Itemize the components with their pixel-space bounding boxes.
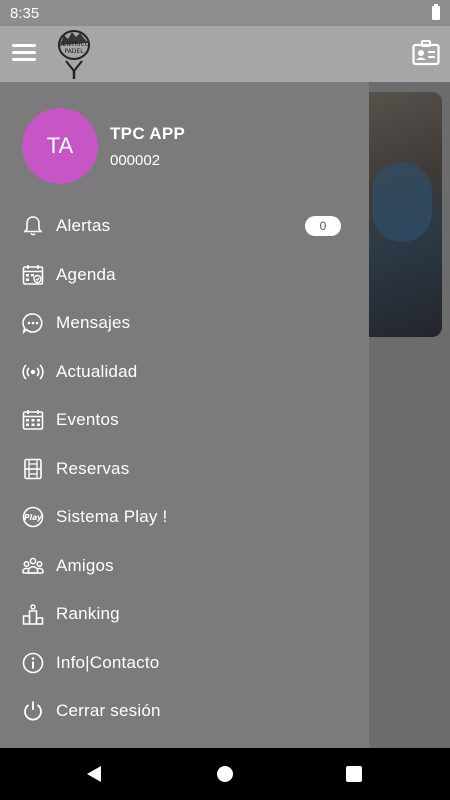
broadcast-icon <box>22 361 44 383</box>
logo-text-line2: PADEL <box>64 48 84 55</box>
navigation-drawer: TA TPC APP 000002 Alertas 0 Agenda Mensa… <box>0 82 369 748</box>
status-time: 8:35 <box>10 4 40 22</box>
menu-item-label: Cerrar sesión <box>56 701 161 721</box>
menu-item-eventos[interactable]: Eventos <box>0 396 369 445</box>
hamburger-menu-icon[interactable] <box>12 44 36 62</box>
menu-item-sistema-play[interactable]: Play Sistema Play ! <box>0 493 369 542</box>
menu-item-amigos[interactable]: Amigos <box>0 542 369 591</box>
podium-icon <box>22 603 44 625</box>
id-card-icon[interactable] <box>412 40 440 66</box>
logo-text-line1: CENTRICO <box>58 41 90 48</box>
menu-item-label: Actualidad <box>56 361 138 381</box>
menu-item-alertas[interactable]: Alertas 0 <box>0 202 369 251</box>
system-navigation-bar <box>0 748 450 800</box>
alerts-count-badge: 0 <box>305 216 341 236</box>
status-bar: 8:35 <box>0 0 450 26</box>
menu-item-label: Reservas <box>56 458 130 478</box>
menu-item-label: Ranking <box>56 604 120 624</box>
menu-item-agenda[interactable]: Agenda <box>0 251 369 300</box>
recents-icon[interactable] <box>346 766 362 782</box>
profile-id: 000002 <box>110 152 161 169</box>
drawer-menu: Alertas 0 Agenda Mensajes Actualidad Eve… <box>0 202 369 736</box>
avatar[interactable]: TA <box>22 108 98 184</box>
avatar-initials: TA <box>46 133 74 158</box>
play-badge-icon: Play <box>22 506 44 528</box>
info-icon <box>22 652 44 674</box>
court-icon <box>22 458 44 480</box>
menu-item-reservas[interactable]: Reservas <box>0 445 369 494</box>
menu-item-label: Alertas <box>56 216 111 236</box>
menu-item-ranking[interactable]: Ranking <box>0 590 369 639</box>
menu-item-label: Agenda <box>56 264 116 284</box>
calendar-check-icon <box>22 264 44 286</box>
menu-item-label: Sistema Play ! <box>56 507 168 527</box>
menu-item-mensajes[interactable]: Mensajes <box>0 299 369 348</box>
chat-bubble-icon <box>22 312 44 335</box>
menu-item-cerrar-sesion[interactable]: Cerrar sesión <box>0 687 369 736</box>
calendar-grid-icon <box>22 409 44 431</box>
bell-icon <box>22 215 44 237</box>
home-icon[interactable] <box>217 766 233 782</box>
menu-item-label: Amigos <box>56 555 114 575</box>
app-bar: CENTRICO PADEL <box>0 26 450 82</box>
menu-item-label: Mensajes <box>56 313 131 333</box>
battery-icon <box>432 4 440 20</box>
menu-item-label: Info|Contacto <box>56 652 160 672</box>
svg-text:Play: Play <box>24 513 43 522</box>
app-logo: CENTRICO PADEL <box>54 29 94 79</box>
menu-item-actualidad[interactable]: Actualidad <box>0 348 369 397</box>
back-icon[interactable] <box>85 765 103 783</box>
profile-name: TPC APP <box>110 124 186 143</box>
friends-icon <box>22 555 44 577</box>
menu-item-info-contacto[interactable]: Info|Contacto <box>0 639 369 688</box>
menu-item-label: Eventos <box>56 410 119 430</box>
logo-text: CENTRICO PADEL <box>54 41 94 55</box>
power-icon <box>22 700 44 722</box>
